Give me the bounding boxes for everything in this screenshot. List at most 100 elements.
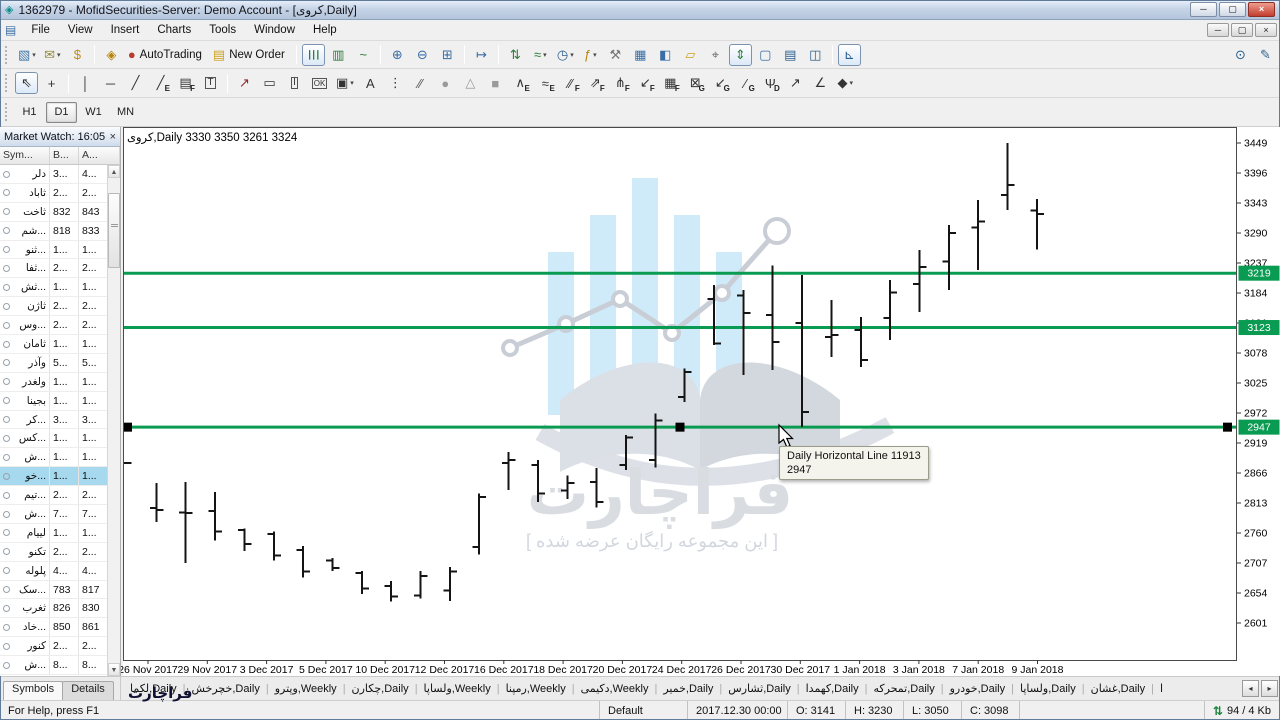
market-watch-row[interactable]: ...کر 3... 3... bbox=[0, 410, 107, 430]
profiles-button[interactable]: ✉ ▾ bbox=[41, 44, 64, 66]
triangle-button[interactable]: △ bbox=[459, 72, 482, 94]
market-watch-row[interactable]: ثامان 1... 1... bbox=[0, 335, 107, 354]
fullscreen-button[interactable]: ▢ bbox=[754, 44, 777, 66]
bar-chart-button[interactable]: ☰ bbox=[301, 43, 325, 66]
parallel-lines-button[interactable]: ∕∕ bbox=[409, 72, 432, 94]
chart-tab[interactable]: کهمدا,Daily bbox=[800, 680, 865, 697]
mdi-minimize-button[interactable]: ─ bbox=[1207, 23, 1229, 37]
polyline-button[interactable]: ↗ bbox=[784, 72, 807, 94]
vertical-line-button[interactable]: │ bbox=[74, 72, 97, 94]
pin-button[interactable]: ⌖ bbox=[704, 44, 727, 66]
market-watch-close-icon[interactable]: × bbox=[110, 131, 116, 142]
zoom-in-button[interactable]: ⊕ bbox=[386, 44, 409, 66]
mdi-restore-button[interactable]: ▢ bbox=[1231, 23, 1253, 37]
layout-button[interactable]: ◧ bbox=[654, 44, 677, 66]
price-chart[interactable]: فراچارت[ این مجموعه رایگان عرضه شده ]344… bbox=[0, 127, 1280, 676]
fibo-grid-button[interactable]: ▦ F bbox=[659, 72, 682, 94]
cycle-lines-button[interactable]: ⋮ bbox=[384, 72, 407, 94]
menu-charts[interactable]: Charts bbox=[148, 22, 200, 38]
market-watch-row[interactable]: ولغدر 1... 1... bbox=[0, 372, 107, 392]
print-preview-button[interactable]: ◫ bbox=[804, 44, 827, 66]
scroll-down-icon[interactable]: ▼ bbox=[108, 663, 120, 676]
menu-view[interactable]: View bbox=[59, 22, 102, 38]
horizontal-line-button[interactable]: ─ bbox=[99, 72, 122, 94]
dropdown-arrow-icon[interactable]: ▾ bbox=[543, 51, 547, 59]
chart-tab[interactable]: خچرخش,Daily bbox=[186, 680, 266, 697]
text-object-button[interactable]: A bbox=[359, 72, 382, 94]
gann-fan-button[interactable]: ↙ G bbox=[709, 72, 732, 94]
maximize-button[interactable]: ▢ bbox=[1219, 2, 1246, 17]
chart-tab[interactable]: وپترو,Weekly bbox=[269, 680, 343, 697]
axis-scale-button[interactable]: ⊾ bbox=[837, 43, 861, 66]
fibo-retracement-button[interactable]: ▤ F bbox=[174, 72, 197, 94]
market-watch-row[interactable]: وآذر 5... 5... bbox=[0, 353, 107, 373]
close-button[interactable]: × bbox=[1248, 2, 1275, 17]
chart-image-button[interactable]: ▦ bbox=[629, 44, 652, 66]
shift-end-button[interactable]: ↦ bbox=[470, 44, 493, 66]
market-watch-tab-symbols[interactable]: Symbols bbox=[3, 681, 64, 700]
chart-tab[interactable]: ا bbox=[1154, 680, 1169, 697]
andrews-pitchfork-button[interactable]: ΨD bbox=[759, 72, 782, 94]
updown-scale-button[interactable]: ⇕ bbox=[728, 43, 752, 66]
column-header-2[interactable]: A... bbox=[79, 147, 120, 164]
scrollbar-thumb[interactable] bbox=[108, 193, 120, 268]
print-button[interactable]: ▤ bbox=[779, 44, 802, 66]
elliott-correction-button[interactable]: ≈ E bbox=[534, 72, 557, 94]
market-watch-row[interactable]: ...ثنو 1... 1... bbox=[0, 240, 107, 260]
text-label-button[interactable]: T bbox=[199, 72, 222, 94]
bitmap-object-button[interactable]: ▣ ▾ bbox=[333, 72, 357, 94]
market-watch-row[interactable]: ...شم 818 833 bbox=[0, 221, 107, 241]
fibo-arcs-button[interactable]: ↙ F bbox=[634, 72, 657, 94]
chart-tab[interactable]: رمپنا,Weekly bbox=[500, 680, 572, 697]
button-object-button[interactable]: OK bbox=[308, 72, 331, 94]
rectangle-button[interactable]: ■ bbox=[484, 72, 507, 94]
toolbar-grip[interactable] bbox=[5, 74, 9, 92]
scroll-tabs-left-icon[interactable]: ◂ bbox=[1242, 680, 1259, 697]
chart-tab[interactable]: ولساپا,Daily bbox=[1014, 680, 1082, 697]
chart-tab[interactable]: تمحرکه,Daily bbox=[867, 680, 940, 697]
market-watch-row[interactable]: ...سک 783 817 bbox=[0, 580, 107, 600]
chart-tab[interactable]: دکیمی,Weekly bbox=[575, 680, 655, 697]
line-handle-left[interactable] bbox=[123, 422, 132, 432]
shapes-button[interactable]: ◆ ▾ bbox=[834, 72, 857, 94]
market-watch-row[interactable]: دلر 3... 4... bbox=[0, 165, 107, 184]
market-watch-row[interactable]: ...کس 1... 1... bbox=[0, 429, 107, 449]
elliott-impulse-button[interactable]: ∧ E bbox=[509, 72, 532, 94]
dropdown-arrow-icon[interactable]: ▾ bbox=[850, 79, 854, 87]
dropdown-arrow-icon[interactable]: ▾ bbox=[570, 51, 574, 59]
line-handle-right[interactable] bbox=[1223, 422, 1232, 432]
market-watch-row[interactable]: ...ثفا 2... 2... bbox=[0, 259, 107, 279]
market-watch-row[interactable]: ...ش 7... 7... bbox=[0, 505, 107, 524]
angle-button[interactable]: ∠ bbox=[809, 72, 832, 94]
menu-help[interactable]: Help bbox=[304, 22, 346, 38]
chart-tab[interactable]: ثشارس,Daily bbox=[722, 680, 796, 697]
indicators-button[interactable]: ≈ ▾ bbox=[529, 44, 552, 66]
dropdown-arrow-icon[interactable]: ▾ bbox=[32, 51, 36, 59]
periods-button[interactable]: ◷ ▾ bbox=[554, 44, 577, 66]
label-object-button[interactable]: ▭ bbox=[258, 72, 281, 94]
open-folder-button[interactable]: ▱ bbox=[679, 44, 702, 66]
market-watch-button[interactable]: $ bbox=[66, 44, 89, 66]
candlestick-button[interactable]: ▥ bbox=[327, 44, 350, 66]
chart-tab[interactable]: چکارن,Daily bbox=[346, 680, 415, 697]
fibo-channel-button[interactable]: ∕∕ F bbox=[559, 72, 582, 94]
tile-windows-button[interactable]: ⊞ bbox=[436, 44, 459, 66]
market-watch-row[interactable]: ...تیم 2... 2... bbox=[0, 486, 107, 506]
column-header-1[interactable]: B... bbox=[50, 147, 79, 164]
mdi-close-button[interactable]: × bbox=[1255, 23, 1277, 37]
search-button[interactable]: ⊙ bbox=[1229, 44, 1252, 66]
line-chart-button[interactable]: ~ bbox=[352, 44, 375, 66]
chat-button[interactable]: ✎ bbox=[1254, 44, 1277, 66]
fibo-fan-button[interactable]: ⋔ F bbox=[609, 72, 632, 94]
dropdown-arrow-icon[interactable]: ▾ bbox=[593, 51, 597, 59]
chart-tab[interactable]: خودرو,Daily bbox=[944, 680, 1012, 697]
autotrading-button[interactable]: ● AutoTrading bbox=[125, 44, 208, 66]
chart-tab[interactable]: غشان,Daily bbox=[1085, 680, 1152, 697]
menu-window[interactable]: Window bbox=[245, 22, 304, 38]
timeframe-h1-button[interactable]: H1 bbox=[14, 102, 45, 123]
fibo-expansion-button[interactable]: ⇗ F bbox=[584, 72, 607, 94]
gann-grid-button[interactable]: ⊠ G bbox=[684, 72, 707, 94]
market-watch-row[interactable]: ...ثش 1... 1... bbox=[0, 278, 107, 298]
market-watch-row[interactable]: لییام 1... 1... bbox=[0, 523, 107, 543]
market-watch-tab-details[interactable]: Details bbox=[62, 681, 114, 700]
